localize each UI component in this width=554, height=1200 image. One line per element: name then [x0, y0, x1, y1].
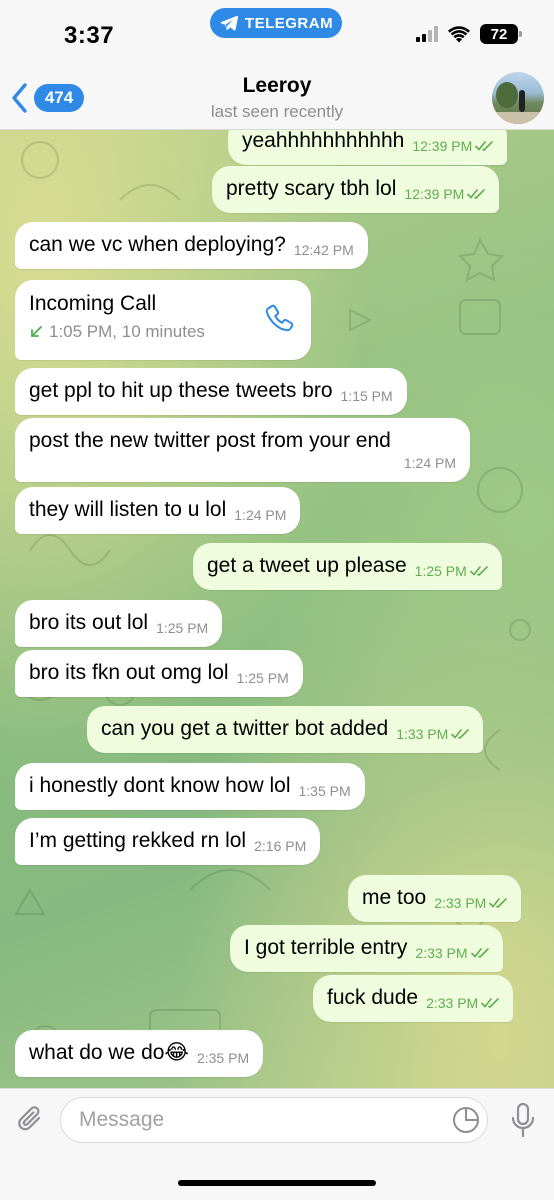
status-time: 3:37 — [64, 22, 115, 49]
message-text: fuck dude — [327, 986, 419, 1009]
message-text: bro its fkn out omg lol — [29, 661, 229, 684]
message-text: bro its out lol — [29, 611, 149, 634]
message-time: 1:24 PM — [234, 507, 287, 523]
message-meta: 2:33 PM — [426, 995, 500, 1012]
message-bubble-out[interactable]: fuck dude 2:33 PM — [313, 975, 514, 1022]
call-detail-text: 1:05 PM, 10 minutes — [49, 322, 205, 341]
last-seen-status: last seen recently — [210, 102, 344, 121]
message-meta: 12:39 PM — [412, 138, 494, 155]
phone-icon[interactable] — [263, 302, 297, 336]
chat-header: 474 Leeroy last seen recently — [0, 64, 554, 130]
message-time: 2:16 PM — [254, 838, 307, 854]
message-text: can we vc when deploying? — [29, 233, 286, 256]
message-time: 2:33 PM — [415, 945, 468, 961]
message-meta: 1:33 PM — [396, 726, 470, 743]
message-text: get a tweet up please — [207, 554, 407, 577]
message-time: 1:25 PM — [236, 670, 289, 686]
message-bubble-in[interactable]: they will listen to u lol 1:24 PM — [15, 487, 301, 534]
message-bubble-in[interactable]: what do we do😂 2:35 PM — [15, 1030, 264, 1077]
message-time: 12:42 PM — [293, 242, 354, 258]
telegram-pill-label: TELEGRAM — [244, 14, 334, 32]
message-text: can you get a twitter bot added — [101, 717, 389, 740]
message-bubble-in[interactable]: bro its out lol 1:25 PM — [15, 600, 223, 647]
double-check-icon — [467, 189, 486, 199]
home-indicator[interactable] — [178, 1180, 376, 1186]
double-check-icon — [481, 998, 500, 1008]
message-bubble-in[interactable]: can we vc when deploying? 12:42 PM — [15, 222, 368, 269]
message-bubble-out[interactable]: can you get a twitter bot added 1:33 PM — [87, 706, 484, 753]
message-bubble-out[interactable]: yeahhhhhhhhhhh 12:39 PM — [228, 130, 508, 165]
chat-area[interactable]: yeahhhhhhhhhhh 12:39 PM pretty scary tbh … — [0, 130, 554, 1088]
message-text: me too — [362, 886, 427, 909]
call-title: Incoming Call — [29, 292, 157, 315]
message-time: 2:33 PM — [426, 995, 479, 1011]
double-check-icon — [451, 729, 470, 739]
message-bubble-out[interactable]: me too 2:33 PM — [348, 875, 522, 922]
message-bubble-in[interactable]: i honestly dont know how lol 1:35 PM — [15, 763, 365, 810]
double-check-icon — [469, 566, 488, 576]
message-time: 1:35 PM — [298, 783, 351, 799]
message-meta: 2:33 PM — [434, 895, 508, 912]
contact-title[interactable]: Leeroy last seen recently — [0, 74, 554, 122]
cellular-signal-icon — [416, 26, 438, 42]
message-bubble-in[interactable]: post the new twitter post from your end 1… — [15, 418, 470, 482]
message-text: I got terrible entry — [244, 936, 408, 959]
battery-icon: 72 — [480, 24, 522, 44]
battery-level: 72 — [490, 25, 508, 43]
message-text: get ppl to hit up these tweets bro — [29, 379, 333, 402]
message-time: 1:24 PM — [403, 455, 456, 472]
sticker-icon[interactable] — [452, 1106, 480, 1134]
microphone-icon[interactable] — [508, 1102, 538, 1138]
arrow-down-left-icon — [31, 326, 42, 337]
call-detail: 1:05 PM, 10 minutes — [29, 322, 297, 342]
message-time: 1:25 PM — [156, 620, 209, 636]
message-text: post the new twitter post from your end — [29, 429, 391, 452]
message-bubble-in[interactable]: get ppl to hit up these tweets bro 1:15 P… — [15, 368, 407, 415]
message-time: 12:39 PM — [412, 138, 473, 154]
status-bar: 3:37 TELEGRAM 72 — [0, 0, 554, 64]
wifi-icon — [448, 26, 470, 43]
message-text: what do we do😂 — [29, 1041, 189, 1064]
message-input[interactable] — [60, 1097, 488, 1143]
incoming-call-bubble[interactable]: Incoming Call 1:05 PM, 10 minutes — [15, 280, 311, 360]
message-meta: 1:25 PM — [415, 563, 488, 580]
paperclip-icon[interactable] — [14, 1103, 48, 1137]
message-time: 1:33 PM — [396, 726, 449, 742]
message-time: 2:33 PM — [434, 895, 487, 911]
message-bubble-in[interactable]: bro its fkn out omg lol 1:25 PM — [15, 650, 303, 697]
message-time: 1:25 PM — [414, 563, 467, 579]
avatar[interactable] — [492, 72, 544, 124]
message-bubble-out[interactable]: get a tweet up please 1:25 PM — [193, 543, 502, 590]
telegram-logo-icon — [220, 15, 239, 31]
telegram-pill[interactable]: TELEGRAM — [210, 8, 342, 38]
contact-name: Leeroy — [242, 74, 312, 97]
message-time: 1:15 PM — [340, 388, 393, 404]
status-icons: 72 — [416, 24, 522, 44]
message-meta: 12:39 PM — [404, 186, 486, 203]
double-check-icon — [489, 898, 508, 908]
message-time: 2:35 PM — [196, 1050, 250, 1066]
message-time: 12:39 PM — [404, 186, 465, 202]
message-text: yeahhhhhhhhhhh — [242, 130, 405, 152]
message-bubble-in[interactable]: I’m getting rekked rn lol 2:16 PM — [15, 818, 321, 865]
message-text: they will listen to u lol — [29, 498, 227, 521]
message-bubble-out[interactable]: pretty scary tbh lol 12:39 PM — [212, 166, 500, 213]
message-text: i honestly dont know how lol — [29, 774, 291, 797]
message-meta: 2:33 PM — [415, 945, 489, 962]
double-check-icon — [475, 141, 494, 151]
message-text: I’m getting rekked rn lol — [29, 829, 247, 852]
message-text: pretty scary tbh lol — [226, 177, 397, 200]
double-check-icon — [470, 948, 489, 958]
message-bubble-out[interactable]: I got terrible entry 2:33 PM — [230, 925, 503, 972]
